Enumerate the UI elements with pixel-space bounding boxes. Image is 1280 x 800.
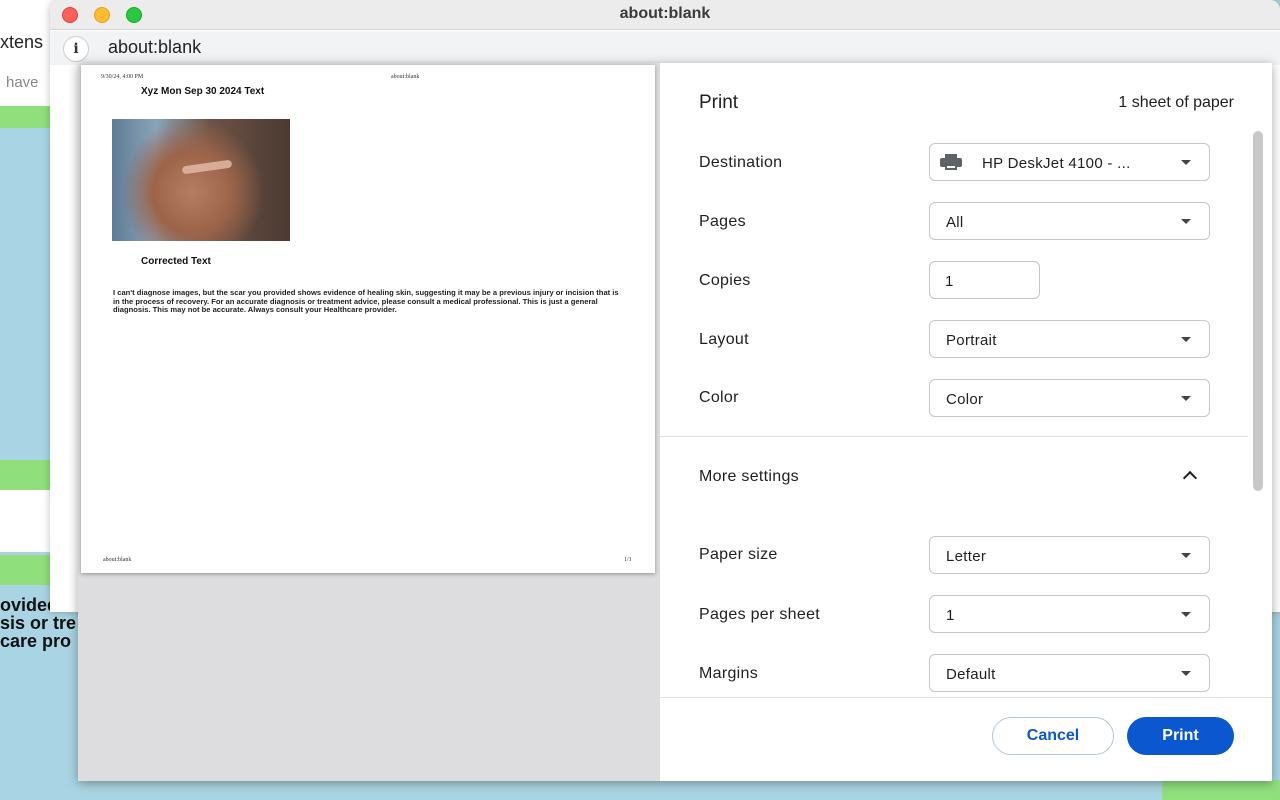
destination-label: Destination	[699, 154, 783, 171]
paper-size-label: Paper size	[699, 546, 778, 563]
window-title: about:blank	[619, 5, 711, 22]
background-text-line: sis or tre	[0, 613, 77, 633]
settings-scrollbar[interactable]	[1253, 131, 1263, 491]
section-divider	[660, 436, 1248, 437]
background-text-line: care pro	[0, 631, 72, 651]
address-bar: i about:blank	[50, 31, 1280, 65]
chevron-down-icon	[1181, 553, 1191, 558]
preview-subtitle: Corrected Text	[141, 256, 211, 267]
background-green-bar	[1162, 780, 1280, 800]
background-input-placeholder: have	[6, 74, 39, 91]
margins-label: Margins	[699, 665, 759, 682]
pages-per-sheet-label: Pages per sheet	[699, 606, 821, 623]
background-green-bar	[0, 460, 50, 490]
layout-select[interactable]: Portrait	[929, 320, 1210, 358]
pages-select[interactable]: All	[929, 202, 1210, 240]
preview-header-url: about:blank	[391, 74, 420, 80]
preview-image	[112, 119, 290, 241]
chevron-down-icon	[1181, 219, 1191, 224]
print-settings-panel: Print 1 sheet of paper Destination HP De…	[660, 63, 1272, 781]
paper-size-select[interactable]: Letter	[929, 536, 1210, 574]
info-icon[interactable]: i	[63, 36, 89, 62]
print-button[interactable]: Print	[1127, 717, 1234, 755]
preview-page-number: 1/1	[624, 557, 632, 563]
chevron-down-icon	[1181, 396, 1191, 401]
preview-footer-url: about:blank	[103, 557, 132, 563]
chevron-down-icon	[1181, 160, 1191, 165]
more-settings-toggle[interactable]: More settings	[699, 468, 799, 486]
color-label: Color	[699, 389, 739, 406]
layout-value: Portrait	[946, 332, 997, 349]
cancel-button[interactable]: Cancel	[992, 717, 1114, 755]
preview-title: Xyz Mon Sep 30 2024 Text	[141, 86, 265, 97]
dialog-footer: Cancel Print	[660, 697, 1272, 781]
layout-label: Layout	[699, 331, 749, 348]
color-value: Color	[946, 391, 984, 408]
title-bar: about:blank	[50, 0, 1280, 30]
preview-body-text: I can't diagnose images, but the scar yo…	[113, 288, 619, 315]
background-green-bar	[0, 555, 50, 585]
print-dialog: 9/30/24, 4:00 PM about:blank Xyz Mon Sep…	[78, 63, 1272, 781]
background-green-bar	[0, 106, 50, 128]
printer-icon	[940, 154, 962, 170]
paper-size-value: Letter	[946, 548, 987, 565]
background-tab-text: xtens	[0, 32, 44, 52]
url-text[interactable]: about:blank	[108, 37, 201, 58]
margins-select[interactable]: Default	[929, 654, 1210, 692]
scar-mark	[181, 159, 233, 175]
copies-value: 1	[945, 273, 954, 290]
chevron-up-icon[interactable]	[1182, 468, 1198, 484]
chevron-down-icon	[1181, 337, 1191, 342]
chevron-down-icon	[1181, 612, 1191, 617]
sheet-count: 1 sheet of paper	[1118, 94, 1234, 111]
print-title: Print	[699, 92, 739, 113]
pages-label: Pages	[699, 213, 746, 230]
pages-value: All	[946, 214, 964, 231]
copies-input[interactable]: 1	[929, 261, 1040, 299]
print-preview-area: 9/30/24, 4:00 PM about:blank Xyz Mon Sep…	[78, 63, 660, 781]
pages-per-sheet-select[interactable]: 1	[929, 595, 1210, 633]
preview-page: 9/30/24, 4:00 PM about:blank Xyz Mon Sep…	[81, 65, 655, 573]
pages-per-sheet-value: 1	[946, 607, 955, 624]
background-white-block	[0, 490, 50, 552]
destination-value: HP DeskJet 4100 - ...	[982, 155, 1131, 172]
margins-value: Default	[946, 666, 996, 683]
destination-select[interactable]: HP DeskJet 4100 - ...	[929, 143, 1210, 181]
preview-header-date: 9/30/24, 4:00 PM	[101, 74, 144, 80]
chevron-down-icon	[1181, 671, 1191, 676]
copies-label: Copies	[699, 272, 751, 289]
color-select[interactable]: Color	[929, 379, 1210, 417]
